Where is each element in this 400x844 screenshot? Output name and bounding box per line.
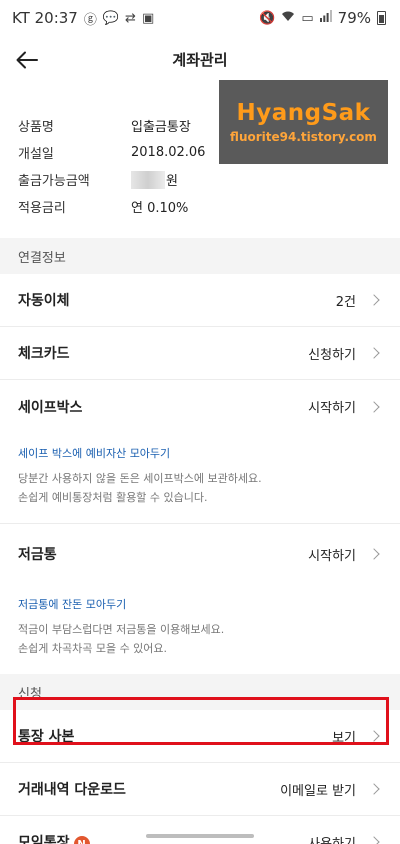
back-button[interactable] xyxy=(10,43,44,77)
new-badge: N xyxy=(73,836,90,844)
menu-right: 보기 xyxy=(332,727,380,746)
menu-label: 모임통장N xyxy=(18,832,90,844)
section-header-apply: 신청 xyxy=(0,674,400,710)
info-value: 연 0.10% xyxy=(131,201,189,216)
menu-label: 저금통 xyxy=(18,547,57,563)
menu-right: 이메일로 받기 xyxy=(280,780,380,799)
arrow-left-icon xyxy=(16,51,38,69)
chevron-right-icon xyxy=(368,400,380,413)
mute-icon: 🔇 xyxy=(259,10,276,26)
promo-text-line2: 손쉽게 예비통장처럼 활용할 수 있습니다. xyxy=(18,491,208,504)
chevron-right-icon xyxy=(368,730,380,742)
info-label: 출금가능금액 xyxy=(18,174,90,189)
signal-icon xyxy=(319,10,332,26)
menu-right: 신청하기 xyxy=(308,344,380,363)
currency-unit: 원 xyxy=(166,174,178,189)
menu-label-text: 모임통장 xyxy=(18,834,70,844)
menu-value: 2건 xyxy=(335,294,356,310)
menu-right: 시작하기 xyxy=(308,545,380,564)
menu-right: 2건 xyxy=(335,291,380,310)
chat-icon: 💬 xyxy=(102,10,120,26)
info-value-balance: 원 xyxy=(131,170,178,189)
image-icon: ▣ xyxy=(141,10,155,26)
info-label: 개설일 xyxy=(18,147,54,162)
info-label: 적용금리 xyxy=(18,201,66,216)
menu-row-safebox[interactable]: 세이프박스 시작하기 xyxy=(0,380,400,433)
menu-value: 신청하기 xyxy=(308,347,356,363)
section-header-linked: 연결정보 xyxy=(0,238,400,274)
safebox-promo: 세이프 박스에 예비자산 모아두기 당분간 사용하지 않을 돈은 세이프박스에 … xyxy=(0,433,400,524)
menu-label: 통장 사본 xyxy=(18,729,75,745)
menu-row-auto-transfer[interactable]: 자동이체 2건 xyxy=(0,274,400,327)
menu-right: 시작하기 xyxy=(308,397,380,416)
promo-title: 세이프 박스에 예비자산 모아두기 xyxy=(18,447,171,460)
menu-row-group-account[interactable]: 모임통장N 사용하기 xyxy=(0,816,400,844)
notification-icon: ⓖ xyxy=(83,12,97,28)
menu-row-history-download[interactable]: 거래내역 다운로드 이메일로 받기 xyxy=(0,763,400,816)
info-row-balance: 출금가능금액 원 xyxy=(18,166,382,193)
menu-label: 자동이체 xyxy=(18,293,70,309)
menu-value: 이메일로 받기 xyxy=(280,783,356,799)
chevron-right-icon xyxy=(368,548,380,560)
info-label: 상품명 xyxy=(18,120,54,135)
piggy-promo: 저금통에 잔돈 모아두기 적금이 부담스럽다면 저금통을 이용해보세요. 손쉽게… xyxy=(0,584,400,674)
menu-label: 체크카드 xyxy=(18,346,70,362)
status-left: KT 20:37 ⓖ 💬 ⇄ ▣ xyxy=(12,9,154,28)
app-header: 계좌관리 xyxy=(0,36,400,82)
promo-text-line1: 당분간 사용하지 않을 돈은 세이프박스에 보관하세요. xyxy=(18,472,262,485)
carrier-time: KT 20:37 xyxy=(12,9,78,27)
chevron-right-icon xyxy=(368,783,380,795)
info-value: 입출금통장 xyxy=(131,120,191,135)
menu-value: 시작하기 xyxy=(308,548,356,564)
battery-percent: 79% xyxy=(337,9,371,27)
menu-row-piggy-bank[interactable]: 저금통 시작하기 xyxy=(0,524,400,584)
status-right: 🔇 ▭ 79% xyxy=(259,9,386,27)
watermark-title: HyangSak xyxy=(236,100,371,126)
status-bar: KT 20:37 ⓖ 💬 ⇄ ▣ 🔇 ▭ 79% xyxy=(0,0,400,36)
menu-value: 시작하기 xyxy=(308,401,356,416)
menu-right: 사용하기 xyxy=(308,833,380,844)
chevron-right-icon xyxy=(368,294,380,306)
masked-amount xyxy=(131,170,165,189)
hd-icon: ▭ xyxy=(301,10,314,26)
menu-label: 세이프박스 xyxy=(18,399,83,416)
chevron-right-icon xyxy=(368,347,380,359)
info-row-rate: 적용금리 연 0.10% xyxy=(18,193,382,220)
wifi-icon xyxy=(281,10,295,26)
promo-text-line1: 적금이 부담스럽다면 저금통을 이용해보세요. xyxy=(18,623,225,636)
menu-row-check-card[interactable]: 체크카드 신청하기 xyxy=(0,327,400,380)
page-title: 계좌관리 xyxy=(172,50,228,69)
watermark: HyangSak fluorite94.tistory.com xyxy=(219,80,388,164)
info-value: 2018.02.06 xyxy=(131,145,206,160)
promo-text-line2: 손쉽게 차곡차곡 모을 수 있어요. xyxy=(18,642,168,655)
home-indicator xyxy=(146,834,254,838)
menu-row-bankbook-copy[interactable]: 통장 사본 보기 xyxy=(0,710,400,763)
promo-title: 저금통에 잔돈 모아두기 xyxy=(18,598,127,611)
watermark-url: fluorite94.tistory.com xyxy=(230,130,377,144)
sync-icon: ⇄ xyxy=(125,10,136,26)
menu-value: 보기 xyxy=(332,730,356,746)
menu-value: 사용하기 xyxy=(308,836,356,844)
battery-icon xyxy=(377,11,386,25)
chevron-right-icon xyxy=(368,836,380,844)
menu-label: 거래내역 다운로드 xyxy=(18,782,126,798)
